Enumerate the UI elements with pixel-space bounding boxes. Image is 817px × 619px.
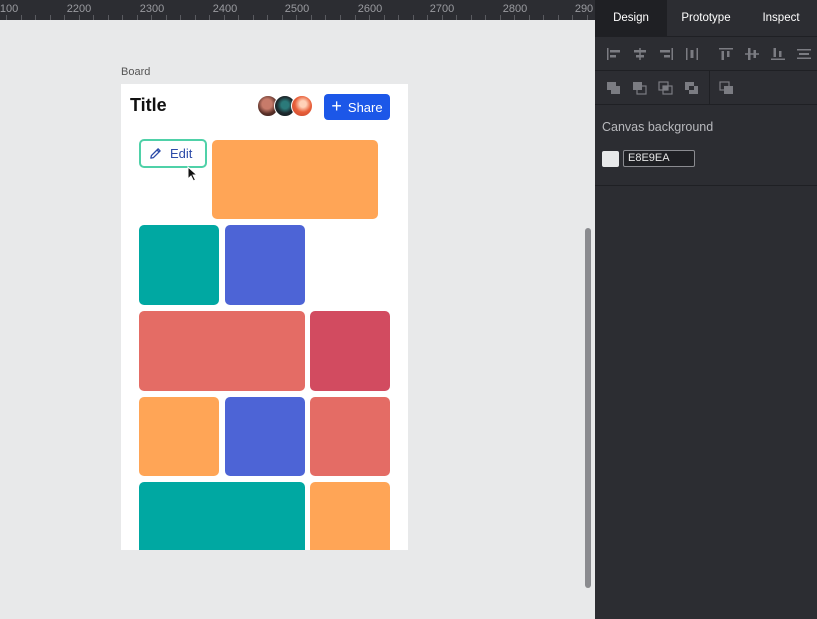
share-button-label: Share [347,99,383,115]
distribute-horizontal-icon[interactable] [679,42,705,66]
flatten-icon[interactable] [714,76,740,100]
ruler-label: 2800 [502,3,528,15]
avatar[interactable] [291,95,313,117]
tile-blue[interactable] [225,225,305,305]
ruler-label: 2600 [357,3,383,15]
align-horizontal-center-icon[interactable] [627,42,653,66]
align-right-icon[interactable] [653,42,679,66]
tile-coral[interactable] [310,397,390,476]
distribute-vertical-icon[interactable] [791,42,817,66]
tile-coral[interactable] [139,311,305,391]
board-frame[interactable]: Title + Share Edit [121,84,408,550]
edit-button-label: Edit [170,146,193,161]
ruler-label: 2100 [0,3,19,15]
toolbar-divider [709,70,710,105]
board-label[interactable]: Board [121,66,150,78]
canvas-background-title: Canvas background [602,120,714,134]
tile-orange[interactable] [310,482,390,550]
tab-prototype[interactable]: Prototype [667,0,745,36]
ruler-label: 290 [574,3,594,15]
exclude-icon[interactable] [679,76,705,100]
ruler-label: 2400 [212,3,238,15]
boolean-toolbar [595,70,817,105]
union-icon[interactable] [601,76,627,100]
panel-divider [595,185,817,186]
tile-crimson[interactable] [310,311,390,391]
properties-panel: Design Prototype Inspect Canvas backgrou… [595,0,817,619]
ruler-label: 2200 [66,3,92,15]
mouse-cursor-icon [187,166,199,182]
ruler-label: 2300 [139,3,165,15]
tile-teal[interactable] [139,225,219,305]
collaborator-avatars[interactable] [257,95,317,117]
tile-teal[interactable] [139,482,305,550]
board-title: Title [130,95,167,115]
panel-tabs: Design Prototype Inspect [595,0,817,37]
align-bottom-icon[interactable] [765,42,791,66]
align-left-icon[interactable] [601,42,627,66]
intersect-icon[interactable] [653,76,679,100]
tab-design[interactable]: Design [595,0,667,36]
alignment-toolbar [595,37,817,71]
tile-orange[interactable] [139,397,219,476]
horizontal-ruler: 2100 2200 2300 2400 2500 2600 2700 2800 … [0,0,595,21]
ruler-label: 2500 [284,3,310,15]
vertical-scrollbar[interactable] [585,228,591,588]
share-button[interactable]: + Share [324,94,390,120]
ruler-label: 2700 [429,3,455,15]
subtract-icon[interactable] [627,76,653,100]
tab-inspect[interactable]: Inspect [745,0,817,36]
pencil-icon [149,147,162,160]
tile-blue[interactable] [225,397,305,476]
tile-orange[interactable] [212,140,378,219]
align-top-icon[interactable] [713,42,739,66]
align-vertical-center-icon[interactable] [739,42,765,66]
edit-button[interactable]: Edit [139,139,207,168]
plus-icon: + [331,96,342,116]
canvas-background-hex-input[interactable]: E8E9EA [623,150,695,167]
canvas-background-swatch[interactable] [602,151,619,167]
design-canvas[interactable]: Board Title + Share Edit [0,20,595,619]
